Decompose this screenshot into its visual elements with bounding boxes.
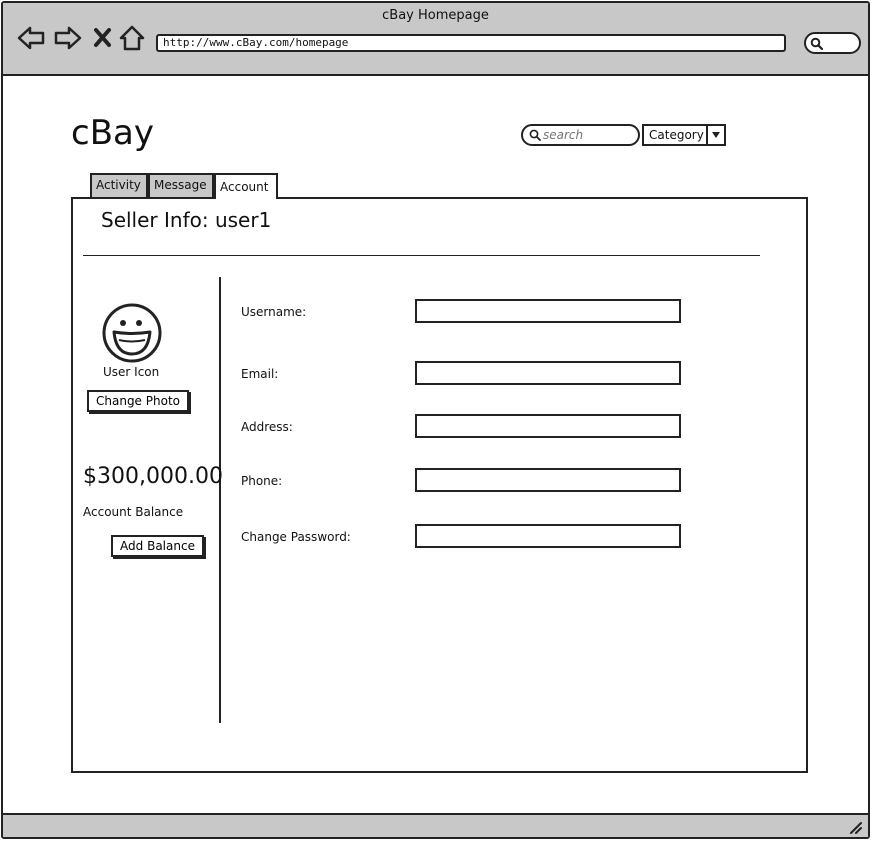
tab-account[interactable]: Account [214, 173, 278, 199]
change-password-label: Change Password: [241, 530, 351, 544]
browser-search-field[interactable] [804, 32, 861, 54]
category-dropdown-toggle[interactable] [706, 126, 724, 144]
arrow-left-icon [17, 26, 45, 50]
caret-down-icon [712, 132, 720, 138]
account-balance-label: Account Balance [83, 505, 184, 519]
category-dropdown[interactable]: Category [642, 124, 726, 146]
close-icon [94, 28, 111, 47]
browser-window: cBay Homepage http://www.cBay.com/homepa… [1, 1, 870, 839]
stop-button[interactable] [91, 25, 115, 51]
address-label: Address: [241, 420, 293, 434]
email-field[interactable] [415, 361, 681, 385]
account-panel: Seller Info: user1 User Icon Change Phot… [71, 197, 808, 773]
add-balance-button[interactable]: Add Balance [111, 535, 204, 557]
phone-field[interactable] [415, 468, 681, 492]
column-divider [219, 277, 221, 723]
search-icon [529, 129, 541, 141]
tab-activity[interactable]: Activity [90, 173, 148, 197]
address-field[interactable] [415, 414, 681, 438]
username-label: Username: [241, 305, 307, 319]
tab-message[interactable]: Message [148, 173, 214, 197]
avatar [101, 302, 163, 364]
resize-grip[interactable] [848, 820, 862, 834]
site-search[interactable] [521, 124, 640, 146]
browser-chrome: cBay Homepage http://www.cBay.com/homepa… [3, 3, 868, 76]
window-title: cBay Homepage [382, 8, 489, 23]
status-bar [3, 813, 868, 837]
phone-label: Phone: [241, 474, 283, 488]
account-balance-value: $300,000.00 [83, 464, 223, 489]
search-input[interactable] [543, 126, 633, 144]
email-label: Email: [241, 367, 279, 381]
search-icon [810, 37, 823, 50]
site-logo[interactable]: cBay [71, 113, 154, 153]
tab-label: Account [220, 180, 269, 194]
smiley-face-icon [102, 303, 162, 363]
change-photo-button[interactable]: Change Photo [87, 390, 189, 412]
change-password-field[interactable] [415, 524, 681, 548]
username-field[interactable] [415, 299, 681, 323]
home-button[interactable] [118, 25, 146, 51]
tab-label: Activity [96, 178, 141, 192]
address-bar[interactable]: http://www.cBay.com/homepage [156, 34, 786, 52]
home-icon [119, 25, 145, 51]
resize-grip-icon [850, 822, 862, 834]
forward-button[interactable] [53, 25, 83, 51]
arrow-right-icon [54, 26, 82, 50]
tab-label: Message [154, 178, 207, 192]
page-title: Seller Info: user1 [101, 208, 272, 232]
title-divider [83, 255, 760, 256]
back-button[interactable] [16, 25, 46, 51]
category-label: Category [649, 128, 704, 142]
user-icon-label: User Icon [103, 365, 160, 379]
